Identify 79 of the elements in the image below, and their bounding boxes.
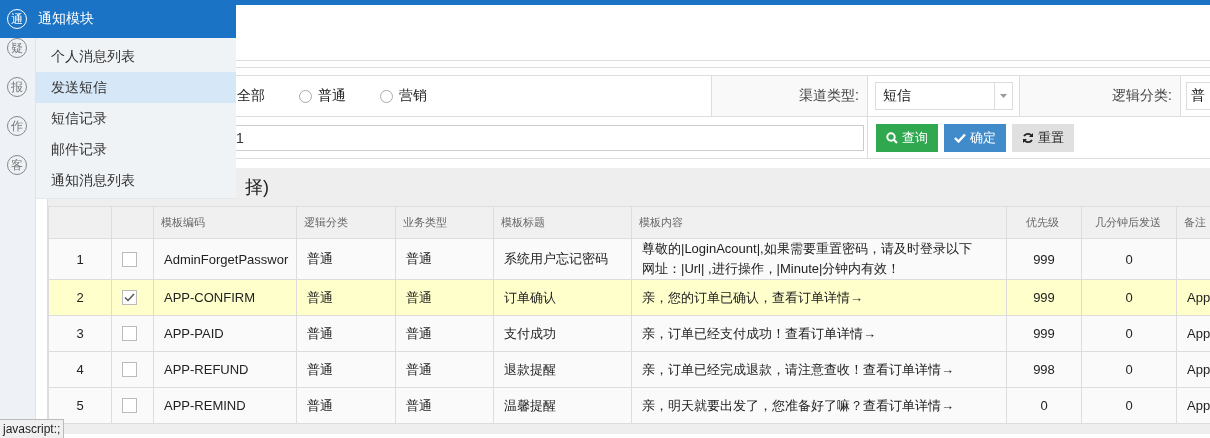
table-cell: 退款提醒 (493, 351, 632, 388)
menu-item[interactable]: 个人消息列表 (36, 41, 236, 72)
radio-button[interactable] (299, 89, 312, 103)
status-url: javascript:; (0, 419, 65, 438)
dropdown-field[interactable]: 短信 (875, 82, 1013, 110)
row-number: 2 (48, 279, 112, 316)
radio-label: 营销 (399, 87, 427, 105)
column-header: 备注 (1176, 206, 1210, 239)
table-cell: 普通 (395, 279, 494, 316)
table-cell: 普通 (395, 387, 494, 424)
column-header: 优先级 (1006, 206, 1082, 239)
table-cell: 普通 (296, 279, 396, 316)
table-cell: 0 (1081, 315, 1177, 352)
column-header: 模板内容 (631, 206, 1007, 239)
check-icon (954, 132, 966, 143)
table-cell: 0 (1081, 351, 1177, 388)
table-cell: 普通 (395, 351, 494, 388)
dropdown-field[interactable]: 普 (1186, 82, 1210, 110)
field-label: 逻辑分类: (1112, 87, 1172, 105)
table-row[interactable]: 2 APP-CONFIRM 普通 普通 订单确认 亲，您的订单已确认，查看订单详情→ 999 0 App (48, 279, 1210, 316)
table-cell: AdminForgetPasswor (153, 238, 297, 280)
column-header: 模板编码 (153, 206, 297, 239)
search-icon (886, 131, 898, 144)
checkbox[interactable] (122, 251, 137, 267)
module-title: 通知模块 (38, 10, 94, 28)
table-cell: 亲，明天就要出发了，您准备好了嘛？查看订单详情→ (631, 387, 1007, 424)
table-cell: 亲，订单已经支付成功！查看订单详情→ (631, 315, 1007, 352)
column-header: 模板标题 (493, 206, 632, 239)
radio-button[interactable] (380, 89, 393, 103)
confirm-button[interactable]: 确定 (944, 123, 1006, 152)
table-cell: 普通 (296, 387, 396, 424)
table-row[interactable]: 3 APP-PAID 普通 普通 支付成功 亲，订单已经支付成功！查看订单详情→ 999 0 App (48, 315, 1210, 352)
table-cell: 订单确认 (493, 279, 632, 316)
table-cell: APP-REMIND (153, 387, 297, 424)
table-cell: 系统用户忘记密码 (493, 238, 632, 280)
table-cell: 温馨提醒 (493, 387, 632, 424)
check-icon (124, 293, 135, 302)
table-cell: 0 (1081, 279, 1177, 316)
row-number: 3 (48, 315, 112, 352)
table-cell: 亲，您的订单已确认，查看订单详情→ (631, 279, 1007, 316)
table-cell: 普通 (296, 315, 396, 352)
menu-item[interactable]: 通知消息列表 (36, 165, 236, 196)
field-label: 渠道类型: (799, 87, 859, 105)
row-number: 1 (48, 238, 112, 280)
table-cell: APP-PAID (153, 315, 297, 352)
checkbox[interactable] (122, 398, 137, 413)
table-cell: APP-REFUND (153, 351, 297, 388)
refresh-icon (1022, 131, 1034, 144)
table-cell: 999 (1006, 315, 1082, 352)
radio-label: 普通 (318, 87, 346, 105)
column-header: 逻辑分类 (296, 206, 396, 239)
reset-button[interactable]: 重置 (1012, 123, 1074, 152)
column-header: 几分钟后发送 (1081, 206, 1177, 239)
table-cell: 普通 (296, 351, 396, 388)
table-cell: 普通 (395, 238, 494, 280)
table-cell: 999 (1006, 279, 1082, 316)
table-cell: 尊敬的|LoginAcount|,如果需要重置密码，请及时登录以下网址：|Url| ,进行操作，|Minute|分钟内有效！ (631, 238, 1007, 280)
table-cell: 普通 (296, 238, 396, 280)
table-row[interactable]: 1 AdminForgetPasswor 普通 普通 系统用户忘记密码 尊敬的|LoginAcount|,如果需要重置密码，请及时登录以下网址：|Url| ,进行操作，|Minute|分钟内有效！ 999 0 (48, 238, 1210, 280)
checkbox[interactable] (122, 290, 137, 305)
panel-title: 择) (245, 176, 269, 199)
table-cell: 0 (1006, 387, 1082, 424)
table-cell: 普通 (395, 315, 494, 352)
table-cell: 998 (1006, 351, 1082, 388)
menu-item[interactable]: 发送短信 (36, 72, 236, 103)
table-cell: 0 (1081, 238, 1177, 280)
caret-icon (1000, 94, 1007, 98)
column-header: 业务类型 (395, 206, 494, 239)
checkbox[interactable] (122, 326, 137, 341)
checkbox[interactable] (122, 362, 137, 377)
table-cell: 亲，订单已经完成退款，请注意查收！查看订单详情→ (631, 351, 1007, 388)
table-row[interactable]: 4 APP-REFUND 普通 普通 退款提醒 亲，订单已经完成退款，请注意查收！查看订单详情→ 998 0 App (48, 351, 1210, 388)
table-cell: 0 (1081, 387, 1177, 424)
table-cell: APP-CONFIRM (153, 279, 297, 316)
table-cell: 999 (1006, 238, 1082, 280)
table-row[interactable]: 5 APP-REMIND 普通 普通 温馨提醒 亲，明天就要出发了，您准备好了嘛？查看订单详情→ 0 0 App (48, 387, 1210, 424)
table-cell: 支付成功 (493, 315, 632, 352)
radio-label: 全部 (237, 87, 265, 105)
row-number: 4 (48, 351, 112, 388)
